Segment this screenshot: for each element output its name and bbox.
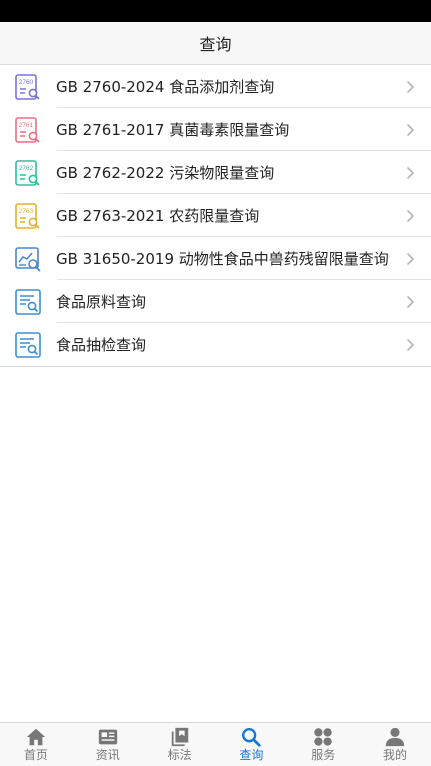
gb2761-doc-icon: 2761 [14,116,42,144]
list-item-gb2760[interactable]: 2760 GB 2760-2024 食品添加剂查询 [0,65,431,108]
chevron-right-icon [401,80,419,94]
chevron-right-icon [401,252,419,266]
svg-text:2762: 2762 [19,165,34,172]
query-list: 2760 GB 2760-2024 食品添加剂查询 2761 GB 2761-2… [0,65,431,367]
grid-icon [314,728,332,746]
svg-text:2760: 2760 [19,79,34,86]
list-item-label: GB 2760-2024 食品添加剂查询 [56,78,275,96]
list-item-label: GB 2761-2017 真菌毒素限量查询 [56,121,290,139]
home-icon [26,728,46,746]
list-item-gb2761[interactable]: 2761 GB 2761-2017 真菌毒素限量查询 [0,108,431,151]
news-icon [98,729,117,745]
list-item-label: GB 31650-2019 动物性食品中兽药残留限量查询 [56,250,389,268]
tab-label: 我的 [383,748,408,762]
document-search-icon [14,331,42,359]
chart-search-icon [14,245,42,273]
svg-text:2763: 2763 [19,208,34,215]
gb2760-doc-icon: 2760 [14,73,42,101]
chevron-right-icon [401,166,419,180]
chevron-right-icon [401,338,419,352]
tab-label: 标法 [167,748,192,762]
tab-query[interactable]: 查询 [215,723,287,766]
document-search-icon [14,288,42,316]
tab-label: 服务 [311,748,336,762]
list-item-label: GB 2763-2021 农药限量查询 [56,207,260,225]
user-icon [385,727,405,747]
list-item-gb31650[interactable]: GB 31650-2019 动物性食品中兽药残留限量查询 [0,237,431,280]
chevron-right-icon [401,295,419,309]
chevron-right-icon [401,209,419,223]
list-item-gb2762[interactable]: 2762 GB 2762-2022 污染物限量查询 [0,151,431,194]
list-item-label: GB 2762-2022 污染物限量查询 [56,164,275,182]
tab-mine[interactable]: 我的 [359,723,431,766]
list-item-food-ingredients[interactable]: 食品原料查询 [0,280,431,323]
tab-label: 查询 [239,748,264,762]
tab-news[interactable]: 资讯 [72,723,144,766]
page-title: 查询 [199,35,232,54]
tab-label: 首页 [23,748,48,762]
gb2763-doc-icon: 2763 [14,202,42,230]
list-item-label: 食品原料查询 [56,293,147,311]
bottom-tab-bar: 首页 资讯 标法 查询 服务 我的 [0,722,431,766]
chevron-right-icon [401,123,419,137]
tab-standards[interactable]: 标法 [144,723,216,766]
list-item-label: 食品抽检查询 [56,336,147,354]
search-icon [242,728,262,747]
gb2762-doc-icon: 2762 [14,159,42,187]
list-item-food-inspection[interactable]: 食品抽检查询 [0,323,431,366]
top-nav-bar: 查询 [0,22,431,65]
tab-home[interactable]: 首页 [0,723,72,766]
tab-services[interactable]: 服务 [287,723,359,766]
list-item-gb2763[interactable]: 2763 GB 2763-2021 农药限量查询 [0,194,431,237]
book-icon [171,727,188,747]
status-bar [0,0,431,22]
tab-label: 资讯 [95,748,120,762]
svg-text:2761: 2761 [19,122,34,129]
